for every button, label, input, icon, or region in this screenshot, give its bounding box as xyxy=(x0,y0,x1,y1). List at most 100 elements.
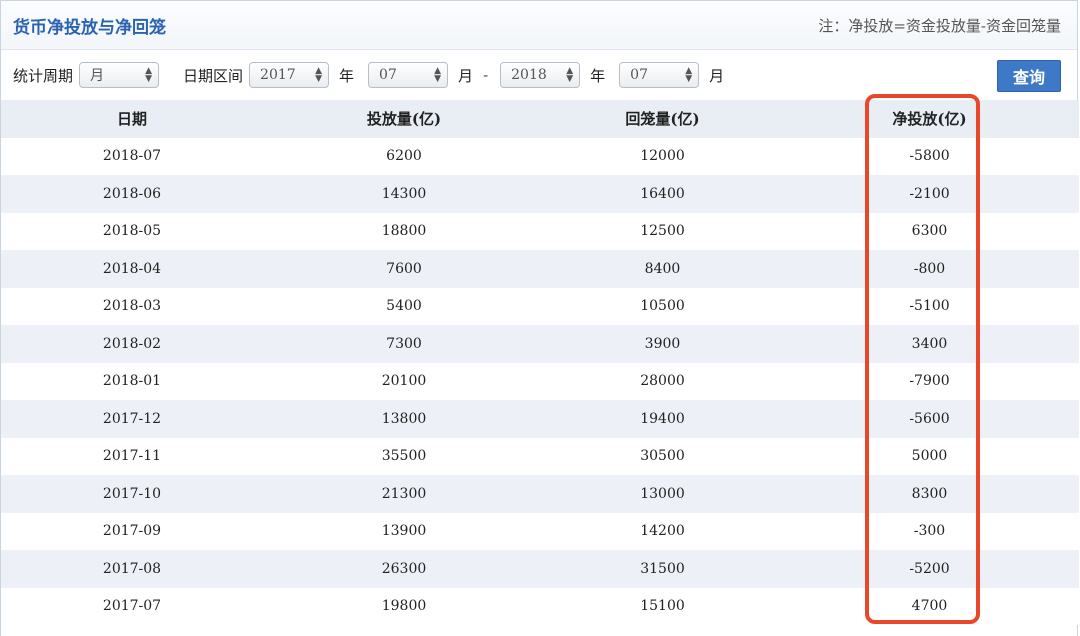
cell-date: 2018-04 xyxy=(1,250,263,288)
filter-bar: 统计周期 月 ▲ ▼ 日期区间 2017 ▲ ▼ 年 07 ▲ ▼ 月 - 2018 … xyxy=(1,50,1077,100)
cell-withdrawal: 13000 xyxy=(545,475,780,513)
period-select[interactable]: 月 ▲ ▼ xyxy=(79,62,160,88)
cell-injection: 14300 xyxy=(263,175,545,213)
range-separator: - xyxy=(483,66,489,84)
year-unit-label: 年 xyxy=(339,66,355,85)
table-row: 2018-04 7600 8400 -800 xyxy=(1,250,1079,288)
table-row: 2018-07 6200 12000 -5800 xyxy=(1,137,1079,175)
select-arrows-icon: ▲ ▼ xyxy=(145,66,153,84)
table-row: 2017-11 35500 30500 5000 xyxy=(1,437,1079,475)
cell-date: 2017-11 xyxy=(1,437,263,475)
cell-net-injection: 4700 xyxy=(780,587,1079,625)
column-header-withdrawal: 回笼量(亿) xyxy=(545,100,780,138)
cell-net-injection: -800 xyxy=(780,250,1079,288)
end-year-value: 2018 xyxy=(511,67,547,83)
cell-date: 2018-05 xyxy=(1,212,263,250)
table-row: 2018-05 18800 12500 6300 xyxy=(1,212,1079,250)
cell-injection: 21300 xyxy=(263,475,545,513)
select-arrows-icon: ▲ ▼ xyxy=(315,66,323,84)
cell-withdrawal: 12500 xyxy=(545,212,780,250)
table-body: 2018-07 6200 12000 -5800 2018-06 14300 16400 -2… xyxy=(1,137,1079,625)
formula-note: 注：净投放=资金投放量-资金回笼量 xyxy=(818,16,1061,35)
table-row: 2017-08 26300 31500 -5200 xyxy=(1,550,1079,588)
table-row: 2018-01 20100 28000 -7900 xyxy=(1,362,1079,400)
period-select-value: 月 xyxy=(90,68,105,84)
cell-date: 2017-12 xyxy=(1,400,263,438)
month-unit-label: 月 xyxy=(709,66,725,85)
start-year-select[interactable]: 2017 ▲ ▼ xyxy=(249,62,330,88)
table-row: 2017-09 13900 14200 -300 xyxy=(1,512,1079,550)
start-year-value: 2017 xyxy=(260,67,296,83)
cell-injection: 19800 xyxy=(263,587,545,625)
cell-date: 2017-07 xyxy=(1,587,263,625)
column-header-date: 日期 xyxy=(1,100,263,138)
cell-date: 2017-10 xyxy=(1,475,263,513)
cell-net-injection: -300 xyxy=(780,512,1079,550)
cell-injection: 26300 xyxy=(263,550,545,588)
table-row: 2018-06 14300 16400 -2100 xyxy=(1,175,1079,213)
cell-net-injection: 3400 xyxy=(780,325,1079,363)
cell-net-injection: -5600 xyxy=(780,400,1079,438)
cell-net-injection: -5800 xyxy=(780,137,1079,175)
cell-date: 2017-08 xyxy=(1,550,263,588)
cell-withdrawal: 15100 xyxy=(545,587,780,625)
page-title: 货币净投放与净回笼 xyxy=(13,17,166,38)
cell-injection: 5400 xyxy=(263,287,545,325)
period-label: 统计周期 xyxy=(13,66,74,85)
cell-net-injection: 8300 xyxy=(780,475,1079,513)
select-arrows-icon: ▲ ▼ xyxy=(685,66,693,84)
start-month-select[interactable]: 07 ▲ ▼ xyxy=(368,62,449,88)
cell-date: 2018-06 xyxy=(1,175,263,213)
cell-injection: 7600 xyxy=(263,250,545,288)
cell-withdrawal: 8400 xyxy=(545,250,780,288)
data-table: 日期 投放量(亿) 回笼量(亿) 净投放(亿) 2018-07 6200 12000… xyxy=(1,100,1079,625)
cell-withdrawal: 14200 xyxy=(545,512,780,550)
cell-date: 2018-02 xyxy=(1,325,263,363)
table-row: 2017-07 19800 15100 4700 xyxy=(1,587,1079,625)
cell-injection: 13900 xyxy=(263,512,545,550)
table-row: 2017-10 21300 13000 8300 xyxy=(1,475,1079,513)
cell-net-injection: -7900 xyxy=(780,362,1079,400)
cell-withdrawal: 12000 xyxy=(545,137,780,175)
table-row: 2018-02 7300 3900 3400 xyxy=(1,325,1079,363)
month-unit-label: 月 xyxy=(458,66,474,85)
cell-net-injection: 5000 xyxy=(780,437,1079,475)
panel: 货币净投放与净回笼 注：净投放=资金投放量-资金回笼量 统计周期 月 ▲ ▼ 日期… xyxy=(0,0,1079,636)
cell-net-injection: -5100 xyxy=(780,287,1079,325)
table-header-row: 日期 投放量(亿) 回笼量(亿) 净投放(亿) xyxy=(1,100,1079,138)
table-row: 2017-12 13800 19400 -5600 xyxy=(1,400,1079,438)
cell-date: 2018-03 xyxy=(1,287,263,325)
cell-withdrawal: 10500 xyxy=(545,287,780,325)
column-header-injection: 投放量(亿) xyxy=(263,100,545,138)
cell-date: 2017-09 xyxy=(1,512,263,550)
title-bar: 货币净投放与净回笼 注：净投放=资金投放量-资金回笼量 xyxy=(1,1,1077,50)
year-unit-label: 年 xyxy=(590,66,606,85)
end-month-select[interactable]: 07 ▲ ▼ xyxy=(619,62,700,88)
cell-withdrawal: 19400 xyxy=(545,400,780,438)
cell-injection: 35500 xyxy=(263,437,545,475)
cell-injection: 7300 xyxy=(263,325,545,363)
end-year-select[interactable]: 2018 ▲ ▼ xyxy=(500,62,581,88)
end-month-value: 07 xyxy=(630,67,648,83)
cell-net-injection: 6300 xyxy=(780,212,1079,250)
cell-withdrawal: 3900 xyxy=(545,325,780,363)
cell-injection: 6200 xyxy=(263,137,545,175)
cell-withdrawal: 30500 xyxy=(545,437,780,475)
cell-date: 2018-01 xyxy=(1,362,263,400)
cell-net-injection: -5200 xyxy=(780,550,1079,588)
cell-net-injection: -2100 xyxy=(780,175,1079,213)
range-label: 日期区间 xyxy=(183,66,244,85)
select-arrows-icon: ▲ ▼ xyxy=(434,66,442,84)
select-arrows-icon: ▲ ▼ xyxy=(566,66,574,84)
cell-date: 2018-07 xyxy=(1,137,263,175)
query-button[interactable]: 查询 xyxy=(997,60,1061,92)
cell-injection: 20100 xyxy=(263,362,545,400)
cell-withdrawal: 28000 xyxy=(545,362,780,400)
column-header-net-injection: 净投放(亿) xyxy=(780,100,1079,138)
table-row: 2018-03 5400 10500 -5100 xyxy=(1,287,1079,325)
start-month-value: 07 xyxy=(379,67,397,83)
cell-injection: 13800 xyxy=(263,400,545,438)
cell-withdrawal: 31500 xyxy=(545,550,780,588)
cell-withdrawal: 16400 xyxy=(545,175,780,213)
cell-injection: 18800 xyxy=(263,212,545,250)
